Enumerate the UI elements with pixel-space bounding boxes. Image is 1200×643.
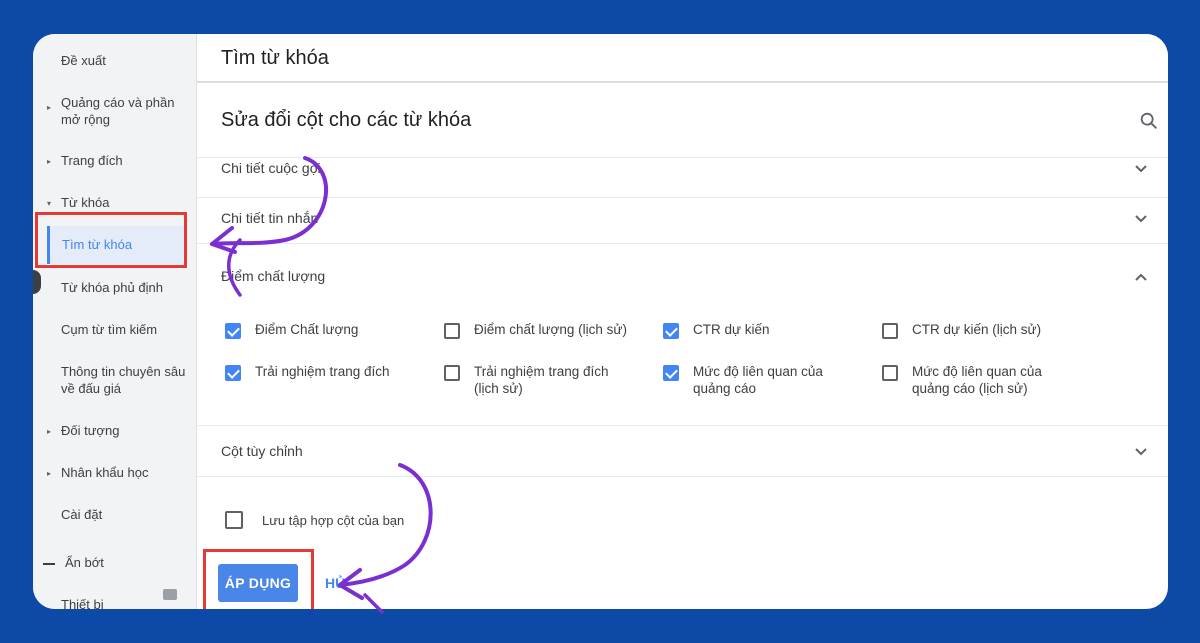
minus-icon (43, 562, 55, 565)
section-custom-columns[interactable]: Cột tùy chỉnh (197, 426, 1168, 477)
checkbox[interactable] (225, 511, 243, 529)
section-call-details[interactable]: Chi tiết cuộc gọi (197, 157, 1168, 198)
highlight-box-apply (203, 549, 314, 609)
checkbox[interactable] (882, 323, 898, 339)
expand-arrow-icon: ▸ (47, 157, 52, 166)
page-title: Tìm từ khóa (221, 47, 329, 69)
cancel-button[interactable]: HỦ (325, 575, 345, 591)
chevron-down-icon[interactable] (1134, 212, 1148, 226)
expand-arrow-icon: ▸ (47, 103, 52, 112)
checkbox[interactable] (663, 365, 679, 381)
section-message-details[interactable]: Chi tiết tin nhắn (197, 198, 1168, 244)
checkbox[interactable] (225, 365, 241, 381)
checkbox[interactable] (444, 323, 460, 339)
chevron-down-icon[interactable] (1134, 162, 1148, 176)
checkbox[interactable] (225, 323, 241, 339)
sidebar-collapse-handle[interactable] (33, 270, 41, 294)
section-quality-score: Điểm chất lượng Điểm Chất lượng Điểm chấ… (197, 244, 1168, 426)
checkbox[interactable] (882, 365, 898, 381)
column-editor-header: Sửa đổi cột cho các từ khóa (197, 83, 1168, 158)
app-window: Đề xuất ▸ Quảng cáo và phần mở rộng ▸ Tr… (33, 34, 1168, 609)
chevron-up-icon[interactable] (1134, 270, 1148, 284)
highlight-box-nav (35, 212, 187, 268)
sidebar-hide-toggle[interactable]: Ẩn bớt (43, 555, 104, 570)
feedback-icon[interactable] (163, 589, 177, 600)
expand-arrow-icon: ▸ (47, 469, 52, 478)
search-icon[interactable] (1138, 110, 1160, 132)
sidebar-nav: Đề xuất ▸ Quảng cáo và phần mở rộng ▸ Tr… (33, 34, 197, 609)
panel-title: Sửa đổi cột cho các từ khóa (221, 109, 472, 131)
checkbox[interactable] (663, 323, 679, 339)
expand-arrow-icon: ▸ (47, 427, 52, 436)
checkbox[interactable] (444, 365, 460, 381)
main-panel: Tìm từ khóa Sửa đổi cột cho các từ khóa … (197, 34, 1168, 609)
chevron-down-icon[interactable] (1134, 445, 1148, 459)
page-header: Tìm từ khóa (197, 34, 1168, 83)
collapse-arrow-icon: ▾ (47, 199, 52, 208)
